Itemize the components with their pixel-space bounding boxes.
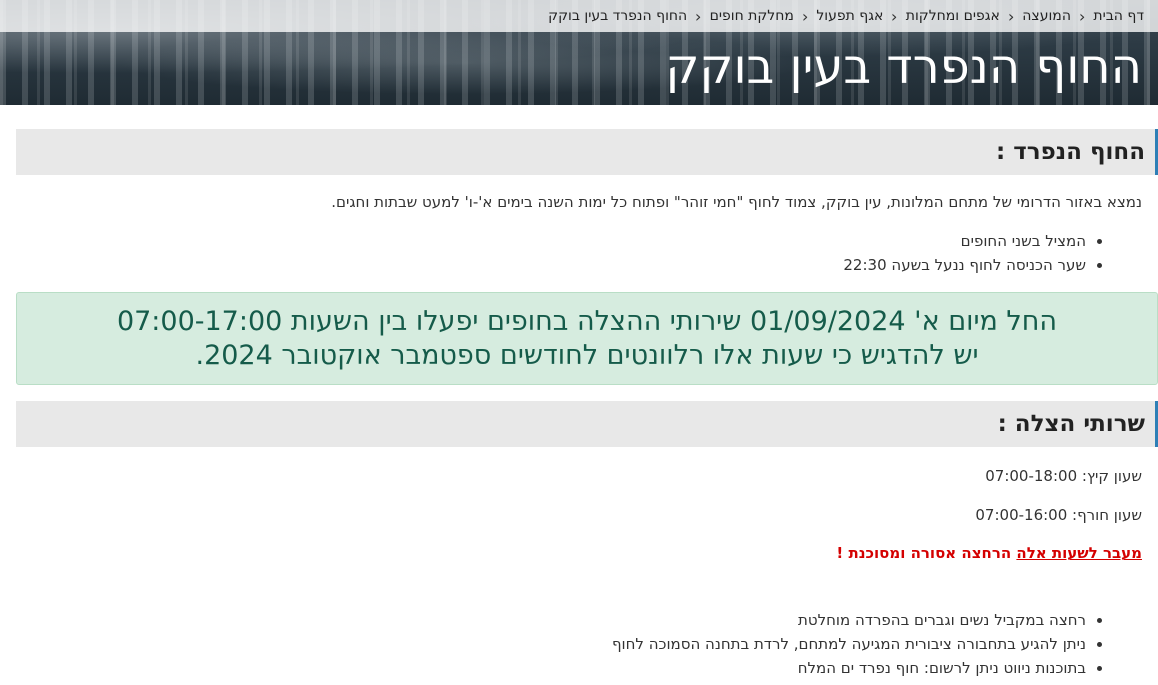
section-header-lifeguard: שרותי הצלה : — [16, 401, 1158, 447]
list-item: שער הכניסה לחוף ננעל בשעה 22:30 — [0, 253, 1086, 277]
winter-hours: שעון חורף: 07:00-16:00 — [975, 506, 1142, 524]
list-item: המציל בשני החופים — [0, 229, 1086, 253]
list-item: בתוכנות ניווט ניתן לרשום: חוף נפרד ים המ… — [0, 656, 1086, 680]
access-info-list: רחצה במקביל נשים וגברים בהפרדה מוחלטת ני… — [0, 608, 1142, 680]
summer-hours: שעון קיץ: 07:00-18:00 — [985, 467, 1142, 485]
warning-link[interactable]: מעבר לשעות אלה — [1016, 544, 1142, 562]
beach-description: נמצא באזור הדרומי של מתחם המלונות, עין ב… — [331, 193, 1142, 211]
hero-banner: דף הבית › המועצה › אגפים ומחלקות › אגף ת… — [0, 0, 1158, 105]
breadcrumb-departments[interactable]: אגפים ומחלקות — [906, 8, 1000, 24]
alert-line-1: החל מיום א' 01/09/2024 שירותי ההצלה בחופ… — [116, 305, 1058, 337]
chevron-left-icon: › — [801, 6, 809, 26]
section-header-beach: החוף הנפרד : — [16, 129, 1158, 175]
chevron-left-icon: › — [891, 6, 898, 26]
list-item: רחצה במקביל נשים וגברים בהפרדה מוחלטת — [0, 608, 1086, 632]
breadcrumb-beaches[interactable]: מחלקת חופים — [710, 8, 794, 24]
section-title-beach: החוף הנפרד : — [996, 139, 1145, 165]
chevron-left-icon: › — [1078, 6, 1086, 26]
alert-line-2: יש להדגיש כי שעות אלו רלוונטים לחודשים ס… — [195, 339, 979, 371]
page-title: החוף הנפרד בעין בוקק — [665, 39, 1142, 95]
chevron-left-icon: › — [1007, 6, 1015, 26]
breadcrumb-operations[interactable]: אגף תפעול — [816, 8, 883, 24]
lifeguard-content: שעון קיץ: 07:00-18:00 שעון חורף: 07:00-1… — [0, 467, 1158, 680]
breadcrumb-current: החוף הנפרד בעין בוקק — [548, 8, 688, 24]
lifeguard-hours-alert: החל מיום א' 01/09/2024 שירותי ההצלה בחופ… — [16, 292, 1158, 385]
breadcrumb-home[interactable]: דף הבית — [1093, 8, 1144, 24]
section-title-lifeguard: שרותי הצלה : — [997, 411, 1145, 437]
warning-text: הרחצה אסורה ומסוכנת ! — [836, 544, 1017, 562]
beach-info-list: המציל בשני החופים שער הכניסה לחוף ננעל ב… — [0, 229, 1142, 277]
main-content: נמצא באזור הדרומי של מתחם המלונות, עין ב… — [0, 193, 1158, 277]
list-item: ניתן להגיע בתחבורה ציבורית המגיעה למתחם,… — [0, 632, 1086, 656]
breadcrumb: דף הבית › המועצה › אגפים ומחלקות › אגף ת… — [0, 0, 1158, 32]
swimming-warning: מעבר לשעות אלה הרחצה אסורה ומסוכנת ! — [0, 544, 1142, 562]
breadcrumb-council[interactable]: המועצה — [1022, 8, 1071, 24]
chevron-left-icon: › — [695, 6, 702, 26]
